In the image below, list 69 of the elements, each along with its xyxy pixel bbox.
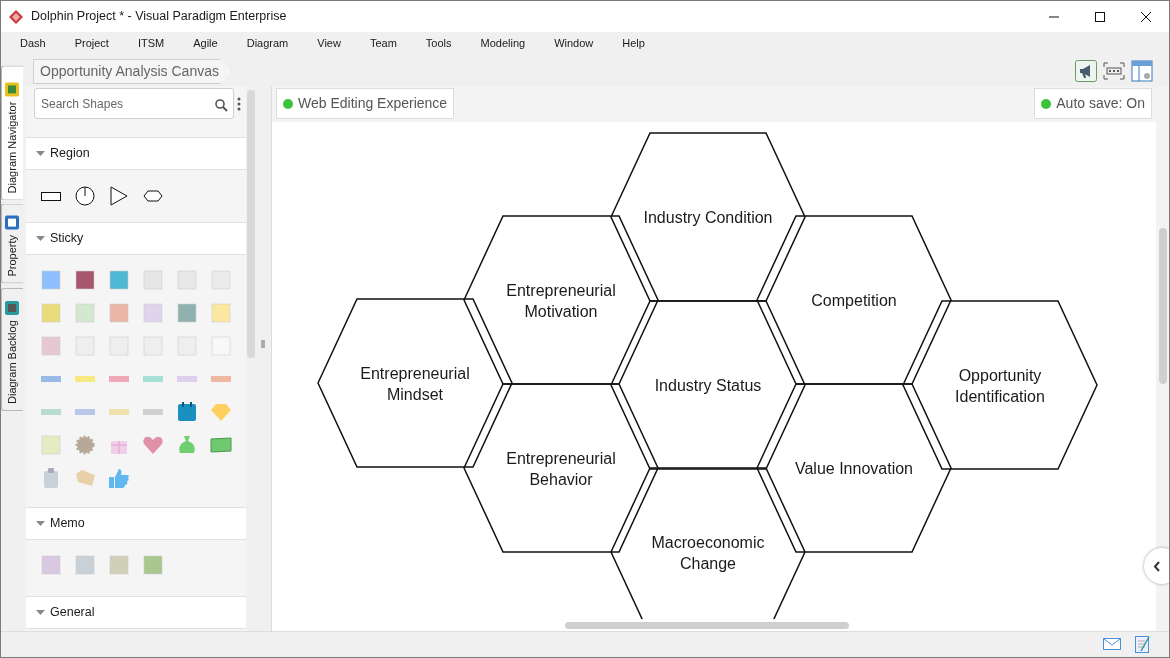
hexagon-label: Industry Status xyxy=(654,377,762,394)
app-logo-icon xyxy=(9,9,23,24)
banknote-icon[interactable] xyxy=(210,434,232,456)
menu-item[interactable]: Project xyxy=(74,35,109,52)
scrollbar-thumb[interactable] xyxy=(1159,228,1167,384)
status-badge: Web Editing Experience xyxy=(276,88,455,119)
window-title: Dolphin Project * - Visual Paradigm Enterprise xyxy=(31,8,287,26)
notes-icon[interactable] xyxy=(1135,635,1151,653)
splitter-handle-icon[interactable] xyxy=(261,339,266,348)
close-icon[interactable] xyxy=(1141,11,1151,22)
hexagon-label: Entrepreneurial Behavior xyxy=(506,449,616,488)
status-dot-icon xyxy=(283,98,293,109)
gear-icon[interactable] xyxy=(74,434,96,456)
collapse-triangle-icon[interactable] xyxy=(36,236,45,241)
tab-icon xyxy=(4,215,21,232)
breadcrumb[interactable]: Opportunity Analysis Canvas xyxy=(33,59,232,84)
maximize-icon[interactable] xyxy=(1095,11,1105,22)
scrollbar-thumb[interactable] xyxy=(565,621,849,629)
more-options-icon[interactable] xyxy=(237,96,241,111)
tag-icon[interactable] xyxy=(74,467,96,489)
collapse-triangle-icon[interactable] xyxy=(36,610,45,615)
menu-item[interactable]: Window xyxy=(554,35,594,52)
menu-item[interactable]: Agile xyxy=(193,35,218,52)
hexagon-label: Entrepreneurial Mindset xyxy=(360,364,470,403)
hexagon-label: Opportunity Identification xyxy=(955,366,1045,405)
hexagon-label: Industry Condition xyxy=(643,209,773,226)
collapse-triangle-icon[interactable] xyxy=(36,151,45,156)
hexagon-label: Competition xyxy=(811,292,897,309)
menu-item[interactable]: Dash xyxy=(20,35,46,52)
sticky-note-icon[interactable] xyxy=(176,302,198,324)
scrollbar-thumb[interactable] xyxy=(246,90,255,358)
status-badge: Auto save: On xyxy=(1034,88,1152,119)
bag-icon[interactable] xyxy=(176,434,198,456)
side-tab[interactable]: Diagram Backlog xyxy=(1,288,23,411)
sticky-note-icon[interactable] xyxy=(108,269,130,291)
tab-icon xyxy=(4,81,21,98)
side-tab[interactable]: Diagram Navigator xyxy=(1,65,23,201)
search-icon xyxy=(215,99,228,112)
side-tab[interactable]: Property xyxy=(1,204,23,284)
circle-icon[interactable] xyxy=(74,185,96,207)
hexagon-label: Macroeconomic Change xyxy=(651,533,765,572)
thumbs-up-icon[interactable] xyxy=(108,467,130,489)
menu-item[interactable]: Diagram xyxy=(246,35,289,52)
layout-panel-icon[interactable] xyxy=(1131,59,1153,82)
calendar-icon[interactable] xyxy=(176,401,198,423)
heart-icon[interactable] xyxy=(142,434,164,456)
hexagon-label: Value Innovation xyxy=(795,460,913,477)
section-title[interactable]: Memo xyxy=(50,514,85,533)
menu-item[interactable]: ITSM xyxy=(137,35,165,52)
diamond-icon[interactable] xyxy=(210,401,232,423)
fit-frame-icon[interactable] xyxy=(1103,61,1125,80)
section-title[interactable]: General xyxy=(50,603,95,622)
megaphone-icon[interactable] xyxy=(1075,59,1097,82)
menu-item[interactable]: View xyxy=(317,35,341,52)
section-title[interactable]: Region xyxy=(50,144,90,163)
menu-item[interactable]: Help xyxy=(622,35,645,52)
collapse-triangle-icon[interactable] xyxy=(36,521,45,526)
sticky-note-icon[interactable] xyxy=(74,269,96,291)
chevron-left-icon xyxy=(1153,560,1160,572)
mail-icon[interactable] xyxy=(1103,638,1121,650)
menu-item[interactable]: Tools xyxy=(425,35,452,52)
menu-item[interactable]: Team xyxy=(369,35,397,52)
hexagon-label: Entrepreneurial Motivation xyxy=(506,281,616,320)
tab-icon xyxy=(4,300,21,317)
menu-item[interactable]: Modeling xyxy=(480,35,526,52)
triangle-icon[interactable] xyxy=(108,185,130,207)
status-dot-icon xyxy=(1041,98,1052,109)
section-title[interactable]: Sticky xyxy=(50,229,84,248)
search-field[interactable]: Search Shapes xyxy=(34,88,234,119)
